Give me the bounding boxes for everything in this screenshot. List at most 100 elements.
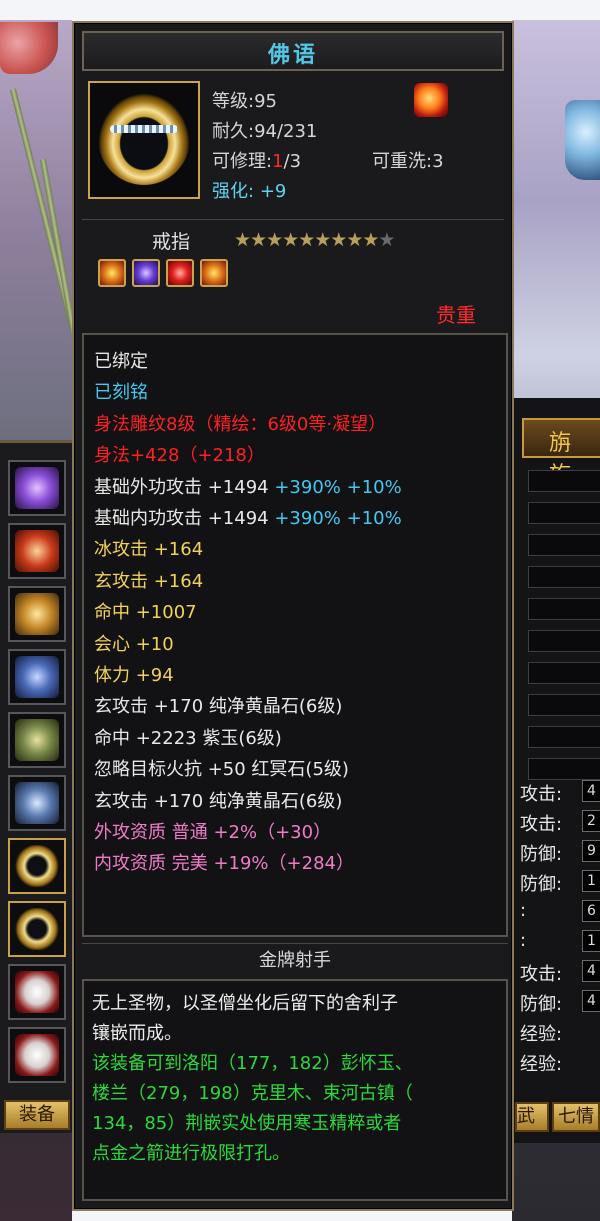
item-name: 佛语 <box>267 42 318 68</box>
equip-tab[interactable]: 装备 <box>4 1100 70 1130</box>
attribute-line: 冰攻击 +164 <box>94 539 204 561</box>
ring-gem-band <box>110 125 178 133</box>
stat-bar <box>528 502 600 524</box>
socket-gem-purple-icon <box>132 259 160 287</box>
seven-emotions-tab[interactable]: 七情 <box>552 1102 600 1132</box>
stat-row: 经验: <box>520 1024 563 1045</box>
stat-bar <box>528 694 600 716</box>
description-line: 镶嵌而成。 <box>92 1023 182 1044</box>
attribute-line: 身法+428（+218） <box>94 445 265 467</box>
character-stats-panel: 旃旋 攻击:4攻击:2防御:9防御:1:6:1攻击:4防御:4经验:经验: <box>512 398 600 1143</box>
star-icon: ★ <box>362 229 379 251</box>
martial-tab[interactable]: 武 <box>515 1102 549 1132</box>
equipment-slot[interactable] <box>8 712 66 768</box>
ring-icon <box>98 93 190 185</box>
crystal-decoration <box>565 100 600 180</box>
equipment-slot[interactable] <box>8 649 66 705</box>
ring-icon <box>15 845 59 887</box>
star-icon: ★ <box>330 229 347 251</box>
glove-icon <box>15 656 59 698</box>
stat-row: :1 <box>514 928 600 956</box>
charm-icon <box>15 971 59 1013</box>
equipment-slot[interactable] <box>8 838 66 894</box>
star-rating: ★★★★★★★★★★ <box>234 229 395 251</box>
stat-row: 防御: 1 <box>514 868 600 896</box>
charm-icon <box>15 1034 59 1076</box>
attribute-line: 外攻资质 普通 +2%（+30） <box>94 822 332 843</box>
item-type: 戒指 <box>152 231 191 253</box>
item-title-bar: 佛语 <box>82 31 504 71</box>
flame-buff-icon <box>414 83 448 117</box>
attribute-line: 玄攻击 +170 纯净黄晶石(6级) <box>94 696 343 718</box>
stat-row: 攻击: 4 <box>514 778 600 806</box>
attribute-line: 体力 +94 <box>94 665 174 686</box>
set-name: 金牌射手 <box>259 950 331 971</box>
item-repair: 可修理:1/3 <box>212 151 302 172</box>
equipment-slot[interactable] <box>8 1027 66 1083</box>
attribute-line: 玄攻击 +164 <box>94 570 204 592</box>
stat-row: 防御: 9 <box>514 838 600 866</box>
attribute-line: 玄攻击 +170 纯净黄晶石(6级) <box>94 790 343 812</box>
set-name-section: 金牌射手 <box>82 943 508 978</box>
attribute-line: 身法雕纹8级（精绘：6级0等·凝望） <box>94 413 387 435</box>
star-icon: ★ <box>234 229 251 251</box>
stat-bar <box>528 726 600 748</box>
stat-bar <box>528 662 600 684</box>
attribute-list: 已绑定已刻铭身法雕纹8级（精绘：6级0等·凝望） 身法+428（+218） 基础外功… <box>82 333 508 937</box>
stat-bar <box>528 566 600 588</box>
item-level: 等级:95 <box>212 91 277 112</box>
description-hint-line: 点金之箭进行极限打孔。 <box>92 1143 290 1164</box>
star-icon: ★ <box>346 229 363 251</box>
socket-gem-yellow-icon <box>200 259 228 287</box>
description-hint-line: 该装备可到洛阳（177，182）彭怀玉、 <box>92 1053 413 1074</box>
rarity-label: 贵重 <box>436 303 476 327</box>
star-icon: ★ <box>314 229 331 251</box>
socket-gem-yellow-icon <box>98 259 126 287</box>
stat-row: 攻击: 2 <box>514 808 600 836</box>
stat-bar <box>528 470 600 492</box>
description-line: 无上圣物，以圣僧坐化后留下的舍利子 <box>92 993 398 1014</box>
attribute-line: 已刻铭 <box>94 382 148 404</box>
equipment-slot[interactable] <box>8 964 66 1020</box>
attribute-line: 命中 +1007 <box>94 602 197 624</box>
attribute-line: 基础内功攻击 +1494 +390% +10% <box>94 508 402 529</box>
ring-icon <box>15 908 59 950</box>
star-icon: ★ <box>266 229 283 251</box>
item-durability: 耐久:94/231 <box>212 121 318 142</box>
equipment-slot[interactable] <box>8 460 66 516</box>
attribute-line: 基础外功攻击 +1494 +390% +10% <box>94 476 402 498</box>
equipment-slot[interactable] <box>8 775 66 831</box>
stat-bar <box>528 758 600 780</box>
stat-row: 攻击: 4 <box>514 958 600 986</box>
stat-row: :6 <box>514 898 600 926</box>
equipment-slot[interactable] <box>8 523 66 579</box>
ring-item-icon <box>88 81 200 199</box>
stat-bar <box>528 598 600 620</box>
attribute-line: 内攻资质 完美 +19%（+284） <box>94 853 354 875</box>
star-icon: ★ <box>282 229 299 251</box>
stats-panel-title: 旃旋 <box>522 418 600 488</box>
stat-row: 经验: <box>520 1054 563 1075</box>
stat-bar <box>528 534 600 556</box>
attribute-line: 已绑定 <box>94 351 148 372</box>
attribute-line: 命中 +2223 紫玉(6级) <box>94 727 282 749</box>
attribute-line: 忽略目标火抗 +50 红冥石(5级) <box>94 759 349 781</box>
description-hint-line: 楼兰（279，198）克里木、束河古镇（ <box>92 1083 413 1104</box>
stat-bar <box>528 630 600 652</box>
equipment-slot[interactable] <box>8 586 66 642</box>
item-enhance: 强化: +9 <box>212 181 287 202</box>
boots-icon <box>15 782 59 824</box>
equipment-slot[interactable] <box>8 901 66 957</box>
cuff-icon <box>15 593 59 635</box>
star-icon: ★ <box>378 229 395 251</box>
stat-row: 防御: 4 <box>514 988 600 1016</box>
item-tooltip: 佛语 等级:95 耐久:94/231 可修理:1/3 可重洗:3 强化: +9 … <box>72 21 514 1211</box>
bracer-icon <box>15 530 59 572</box>
attribute-line: 会心 +10 <box>94 633 174 655</box>
amulet-icon <box>15 467 59 509</box>
description-hint-line: 134，85）荆嵌实处使用寒玉精粹或者 <box>92 1113 402 1134</box>
star-icon: ★ <box>250 229 267 251</box>
description-box: 无上圣物，以圣僧坐化后留下的舍利子 镶嵌而成。该装备可到洛阳（177，182）彭怀… <box>82 979 508 1201</box>
socket-gem-red-icon <box>166 259 194 287</box>
item-rewash: 可重洗:3 <box>372 151 444 172</box>
